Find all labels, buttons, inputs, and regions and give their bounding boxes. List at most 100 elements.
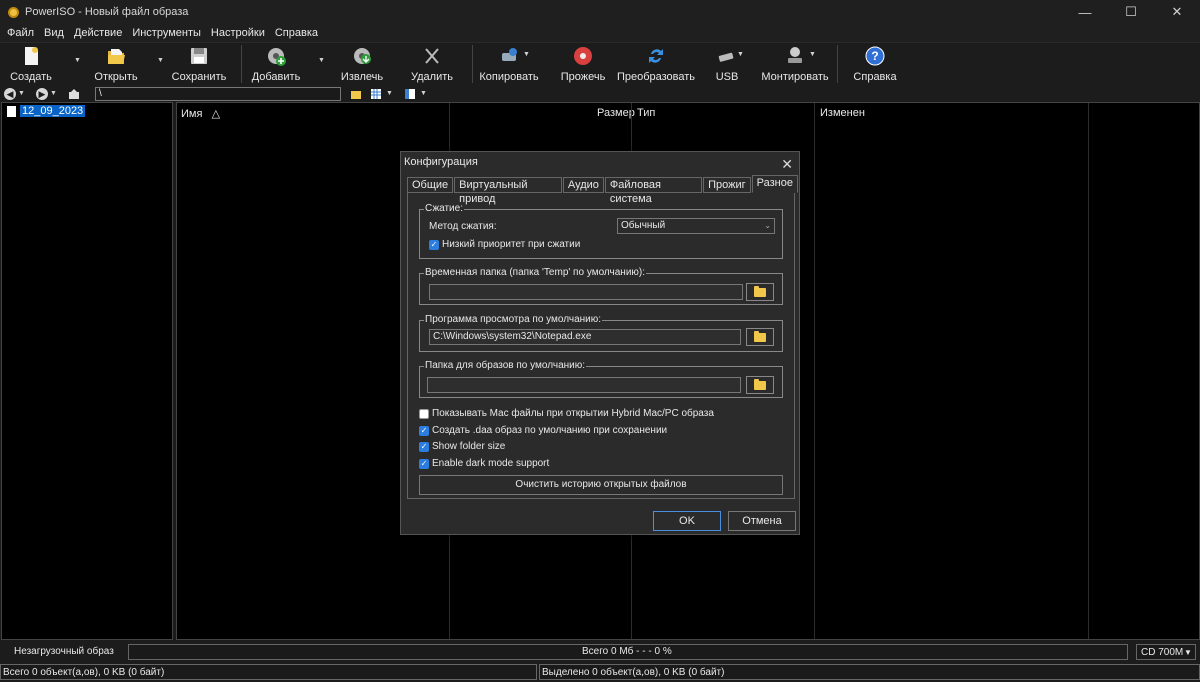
close-window-button[interactable]: ✕ (1154, 0, 1200, 24)
cancel-button[interactable]: Отмена (728, 511, 796, 531)
copy-button[interactable]: Копировать (479, 43, 539, 87)
forward-arrow-icon[interactable]: ▶ (36, 88, 48, 100)
media-size-value: CD 700M (1141, 647, 1184, 658)
tab-general[interactable]: Общие (407, 177, 454, 193)
copy-dropdown-arrow[interactable]: ▼ (523, 51, 530, 58)
folder-icon (754, 378, 766, 390)
open-folder-icon (108, 49, 125, 64)
delete-button[interactable]: Удалить (411, 43, 453, 87)
forward-dropdown-arrow[interactable]: ▼ (50, 90, 57, 97)
menu-tools[interactable]: Инструменты (128, 27, 205, 39)
compression-method-select[interactable]: Обычный ⌄ (617, 218, 775, 234)
tree-item-root[interactable]: 12_09_2023 (7, 105, 86, 117)
help-button[interactable]: ? Справка (853, 43, 897, 87)
folder-tree-pane: 12_09_2023 (1, 102, 173, 640)
back-arrow-icon[interactable]: ◀ (4, 88, 16, 100)
floppy-save-icon (191, 48, 207, 64)
toolbar-separator (837, 45, 838, 83)
usb-dropdown-arrow[interactable]: ▼ (737, 51, 744, 58)
create-button[interactable]: Создать (8, 43, 54, 87)
checkbox-checked-icon: ✓ (419, 425, 429, 436)
create-daa-checkbox[interactable]: ✓ Создать .daa образ по умолчанию при со… (419, 425, 667, 436)
open-button[interactable]: Открыть (92, 43, 140, 87)
checkbox-unchecked-icon (419, 408, 429, 419)
show-folder-size-checkbox[interactable]: ✓ Show folder size (419, 441, 505, 452)
create-dropdown-arrow[interactable]: ▼ (74, 57, 81, 64)
extract-button[interactable]: Извлечь (340, 43, 384, 87)
add-files-icon (268, 48, 286, 66)
open-dropdown-arrow[interactable]: ▼ (157, 57, 164, 64)
mount-dropdown-arrow[interactable]: ▼ (809, 51, 816, 58)
image-folder-group: Папка для образов по умолчанию: (419, 360, 783, 398)
column-header-size[interactable]: Размер (597, 107, 635, 119)
image-folder-input[interactable] (427, 377, 741, 393)
add-dropdown-arrow[interactable]: ▼ (318, 57, 325, 64)
objects-count: Всего 0 объект(а,ов), 0 KB (0 байт) (3, 667, 165, 678)
folder-view-icon[interactable] (350, 88, 362, 100)
temp-folder-input[interactable] (429, 284, 743, 300)
usb-button[interactable]: USB (712, 43, 742, 87)
menu-file[interactable]: Файл (3, 27, 38, 39)
help-question-icon: ? (865, 46, 885, 66)
folder-icon (754, 285, 766, 297)
tab-burn[interactable]: Прожиг (703, 177, 751, 193)
tab-bar: Общие Виртуальный привод Аудио Файловая … (407, 175, 799, 205)
selected-status-box: Выделено 0 объект(а,ов), 0 KB (0 байт) (539, 664, 1200, 680)
column-header-modified[interactable]: Изменен (820, 107, 865, 119)
convert-button[interactable]: Преобразовать (617, 43, 695, 87)
checkbox-checked-icon: ✓ (419, 458, 429, 469)
back-dropdown-arrow[interactable]: ▼ (18, 90, 25, 97)
default-viewer-input[interactable]: C:\Windows\system32\Notepad.exe (429, 329, 741, 345)
copy-disc-icon (502, 48, 517, 61)
view-dropdown-arrow[interactable]: ▼ (386, 90, 393, 97)
compression-method-label: Метод сжатия: (429, 221, 497, 232)
misc-tab-panel: Сжатие: Метод сжатия: Обычный ⌄ ✓ Низкий… (407, 193, 795, 499)
temp-folder-browse-button[interactable] (746, 283, 774, 301)
low-priority-checkbox[interactable]: ✓ Низкий приоритет при сжатии (429, 239, 580, 250)
tab-virtual-drive[interactable]: Виртуальный привод (454, 177, 562, 205)
add-button[interactable]: Добавить (252, 43, 300, 87)
tab-misc[interactable]: Разное (751, 175, 798, 193)
boot-status: Незагрузочный образ (14, 646, 114, 657)
default-viewer-group: Программа просмотра по умолчанию: C:\Win… (419, 314, 783, 352)
burn-button[interactable]: Прожечь (560, 43, 606, 87)
title-bar: PowerISO - Новый файл образа — ☐ ✕ (0, 0, 1200, 24)
menu-settings[interactable]: Настройки (207, 27, 269, 39)
tab-audio[interactable]: Аудио (562, 177, 604, 193)
menu-bar: Файл Вид Действие Инструменты Настройки … (0, 24, 1200, 42)
tree-item-label: 12_09_2023 (20, 105, 86, 117)
burn-disc-icon (574, 47, 592, 65)
close-icon[interactable]: ✕ (781, 154, 793, 174)
ok-button[interactable]: OK (653, 511, 721, 531)
menu-action[interactable]: Действие (70, 27, 126, 39)
folder-icon (754, 330, 766, 342)
address-bar: ◀ ▼ ▶ ▼ \ ▼ ▼ (0, 86, 1200, 102)
media-size-select[interactable]: CD 700M ▼ (1136, 644, 1196, 660)
column-header-name[interactable]: Имя △ (181, 107, 220, 120)
checkbox-checked-icon: ✓ (429, 239, 439, 250)
address-path-input[interactable]: \ (95, 87, 341, 101)
layout-view-icon[interactable] (404, 88, 416, 100)
column-header-type[interactable]: Тип (637, 107, 655, 119)
menu-help[interactable]: Справка (271, 27, 322, 39)
toolbar-separator (472, 45, 473, 83)
configuration-dialog: Конфигурация ✕ Общие Виртуальный привод … (400, 151, 800, 535)
column-divider (814, 103, 815, 639)
viewer-browse-button[interactable] (746, 328, 774, 346)
poweriso-app-icon (8, 6, 19, 18)
minimize-button[interactable]: — (1062, 0, 1108, 24)
mount-button[interactable]: Монтировать (761, 43, 829, 87)
tab-file-system[interactable]: Файловая система (604, 177, 703, 205)
extract-icon (354, 48, 371, 64)
layout-dropdown-arrow[interactable]: ▼ (420, 90, 427, 97)
maximize-button[interactable]: ☐ (1108, 0, 1154, 24)
show-mac-files-checkbox[interactable]: Показывать Mac файлы при открытии Hybrid… (419, 408, 714, 419)
menu-view[interactable]: Вид (40, 27, 68, 39)
image-folder-browse-button[interactable] (746, 376, 774, 394)
save-button[interactable]: Сохранить (172, 43, 226, 87)
compression-group: Сжатие: Метод сжатия: Обычный ⌄ ✓ Низкий… (419, 203, 783, 259)
clear-history-button[interactable]: Очистить историю открытых файлов (419, 475, 783, 495)
up-folder-icon[interactable] (68, 88, 80, 100)
grid-view-icon[interactable] (370, 88, 382, 100)
dark-mode-checkbox[interactable]: ✓ Enable dark mode support (419, 458, 549, 469)
